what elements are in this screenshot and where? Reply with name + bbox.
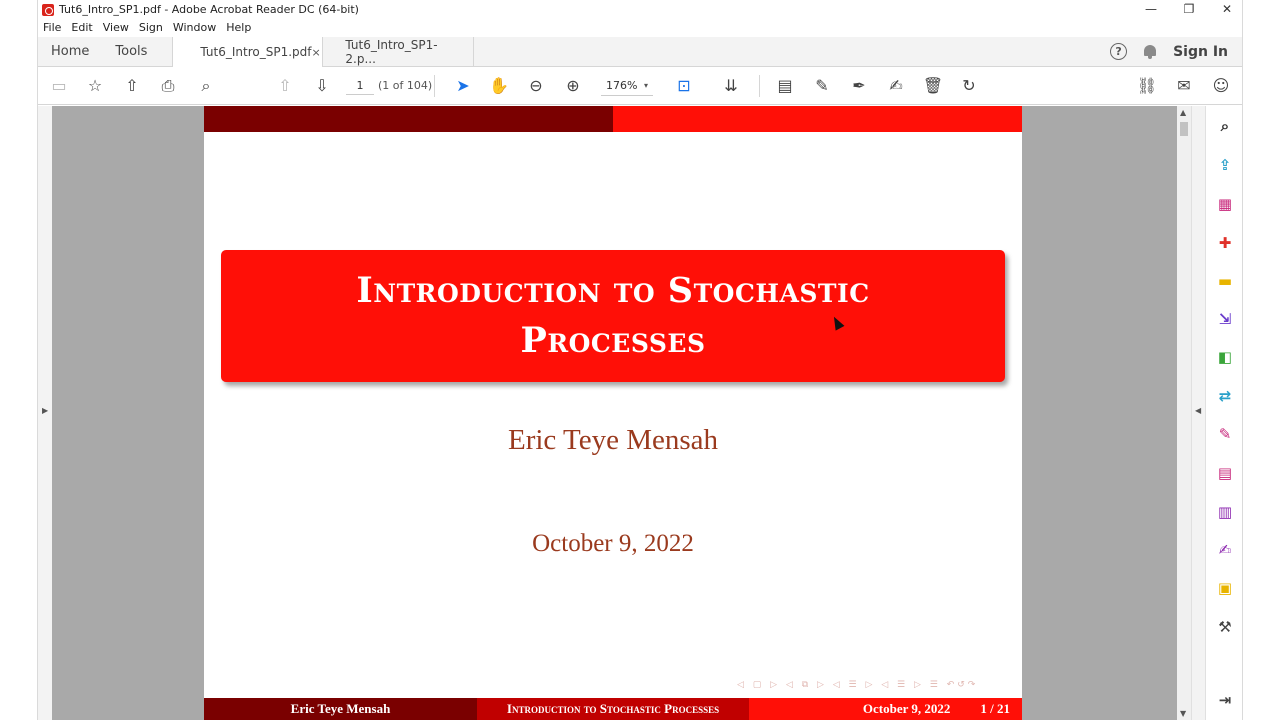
request-signature-icon[interactable]: ✍ [1215,540,1235,560]
compress-pdf-icon[interactable]: ◧ [1215,347,1235,367]
acrobat-window: Tut6_Intro_SP1.pdf - Adobe Acrobat Reade… [37,0,1243,720]
fit-page-icon[interactable]: ⊡ [675,77,693,95]
previous-page-icon[interactable]: ⇧ [276,77,294,95]
help-icon[interactable]: ? [1110,43,1128,60]
search-icon[interactable]: ⌕ [197,77,215,95]
comment-icon[interactable]: ▤ [776,77,794,95]
export-pdf-icon[interactable]: ⇪ [1215,155,1235,175]
main-toolbar: ▭ ☆ ⇧ ⎙ ⌕ ⇧ ⇩ 1 (1 of 104) ➤ ✋ ⊖ ⊕ 176% … [38,67,1242,105]
chevron-down-icon[interactable]: ▾ [644,77,648,95]
minimize-button[interactable]: — [1142,0,1160,19]
upload-cloud-icon[interactable]: ⇧ [123,77,141,95]
footer-author: Eric Teye Mensah [204,698,477,720]
close-tab-icon[interactable]: × [312,46,321,59]
menu-file[interactable]: File [38,19,66,37]
chevron-left-icon: ◀ [1195,406,1202,415]
print-icon[interactable]: ⎙ [159,77,177,95]
customize-tools-icon[interactable]: ⚒ [1215,617,1235,637]
create-pdf-icon[interactable]: ✚ [1215,233,1235,253]
collapse-pane-icon[interactable]: ⇥ [1215,690,1235,710]
vertical-scrollbar[interactable]: ▲ ▼ [1177,106,1191,720]
doc-tab-second[interactable]: Tut6_Intro_SP1-2.p... [323,37,475,66]
doc-tab-label: Tut6_Intro_SP1.pdf [200,45,312,59]
slide-title-box: Introduction to Stochastic Processes [221,250,1005,382]
slide-header-bar-dark [204,106,613,132]
menu-sign[interactable]: Sign [134,19,168,37]
zoom-tool-icon[interactable]: ⌕ [1215,116,1235,136]
send-for-review-icon[interactable]: ⇄ [1215,386,1235,406]
slide-date: October 9, 2022 [532,530,694,557]
doc-tab-active[interactable]: Tut6_Intro_SP1.pdf × [172,37,324,67]
scrolling-mode-icon[interactable]: ⇊ [722,77,740,95]
next-page-icon[interactable]: ⇩ [313,77,331,95]
window-title: Tut6_Intro_SP1.pdf - Adobe Acrobat Reade… [59,3,359,16]
tab-tools[interactable]: Tools [102,37,160,66]
hand-tool-icon[interactable]: ✋ [489,77,509,95]
footer-date-page: October 9, 2022 1 / 21 [749,698,1022,720]
sign-icon[interactable]: ✍ [887,77,905,95]
right-pane-toggle[interactable]: ◀ [1191,106,1205,720]
scroll-up-icon[interactable]: ▲ [1180,108,1186,117]
toolbar-separator [759,75,760,97]
draw-icon[interactable]: ✒ [850,77,868,95]
more-tools-icon[interactable]: ▣ [1215,578,1235,598]
combine-files-icon[interactable]: ⇲ [1215,309,1235,329]
rotate-icon[interactable]: ↻ [960,77,978,95]
sign-in-button[interactable]: Sign In [1173,44,1228,60]
user-share-icon[interactable]: ☺ [1212,77,1230,95]
page-count-label: (1 of 104) [378,79,433,92]
slide-footer: Eric Teye Mensah Introduction to Stochas… [204,698,1022,720]
beamer-navigation-symbols: ◁ ▢ ▷ ◁ ⧉ ▷ ◁ ☰ ▷ ◁ ☰ ▷ ☰ ↶↺↷ [737,680,979,690]
footer-page-number: 1 / 21 [980,701,1010,716]
save-icon[interactable]: ▭ [50,77,68,95]
page-number-input[interactable]: 1 [346,77,374,95]
fill-sign-icon[interactable]: ✎ [1215,424,1235,444]
tab-home[interactable]: Home [38,37,102,66]
organize-pages-icon[interactable]: ▦ [1215,194,1235,214]
tabbar-right: ? Sign In [1110,37,1242,66]
window-controls: — ❐ ✕ [1142,0,1236,19]
menu-window[interactable]: Window [168,19,221,37]
comment-tool-icon[interactable]: ▬ [1215,271,1235,291]
slide-author: Eric Teye Mensah [507,424,719,456]
slide-header-bar-red [613,106,1022,132]
protect-icon[interactable]: ▥ [1215,502,1235,522]
tab-bar: Home Tools Tut6_Intro_SP1.pdf × Tut6_Int… [38,37,1242,67]
menu-edit[interactable]: Edit [66,19,97,37]
edit-pdf-icon[interactable]: ▤ [1215,463,1235,483]
outer-desktop-left [0,0,37,720]
footer-date: October 9, 2022 [862,701,951,716]
zoom-out-icon[interactable]: ⊖ [527,77,545,95]
scroll-down-icon[interactable]: ▼ [1180,709,1186,718]
menu-help[interactable]: Help [221,19,256,37]
share-link-icon[interactable]: ⛓ [1137,77,1157,95]
restore-button[interactable]: ❐ [1180,0,1198,19]
acrobat-app-icon [42,3,54,16]
bookmark-star-icon[interactable]: ☆ [86,77,104,95]
close-button[interactable]: ✕ [1218,0,1236,19]
menu-bar: File Edit View Sign Window Help [38,19,1242,37]
select-cursor-icon[interactable]: ➤ [454,77,472,95]
delete-icon[interactable]: 🗑 [923,77,943,95]
footer-title: Introduction to Stochastic Processes [477,698,749,720]
menu-view[interactable]: View [98,19,134,37]
outer-desktop-right [1243,0,1280,720]
pdf-page: Introduction to Stochastic Processes Eri… [204,106,1022,720]
document-viewport[interactable]: Introduction to Stochastic Processes Eri… [52,106,1177,720]
notifications-bell-icon[interactable] [1143,44,1157,59]
scrollbar-thumb[interactable] [1180,122,1188,136]
left-pane-toggle[interactable]: ▶ [38,106,52,720]
toolbar-separator [434,75,435,97]
zoom-in-icon[interactable]: ⊕ [564,77,582,95]
mail-icon[interactable]: ✉ [1175,77,1193,95]
chevron-right-icon: ▶ [42,406,49,415]
doc-tab-label: Tut6_Intro_SP1-2.p... [345,37,438,66]
title-bar: Tut6_Intro_SP1.pdf - Adobe Acrobat Reade… [38,0,1242,19]
highlight-icon[interactable]: ✎ [813,77,831,95]
tools-pane: ⌕ ⇪ ▦ ✚ ▬ ⇲ ◧ ⇄ ✎ ▤ ▥ ✍ ▣ ⚒ ⇥ [1205,106,1242,720]
